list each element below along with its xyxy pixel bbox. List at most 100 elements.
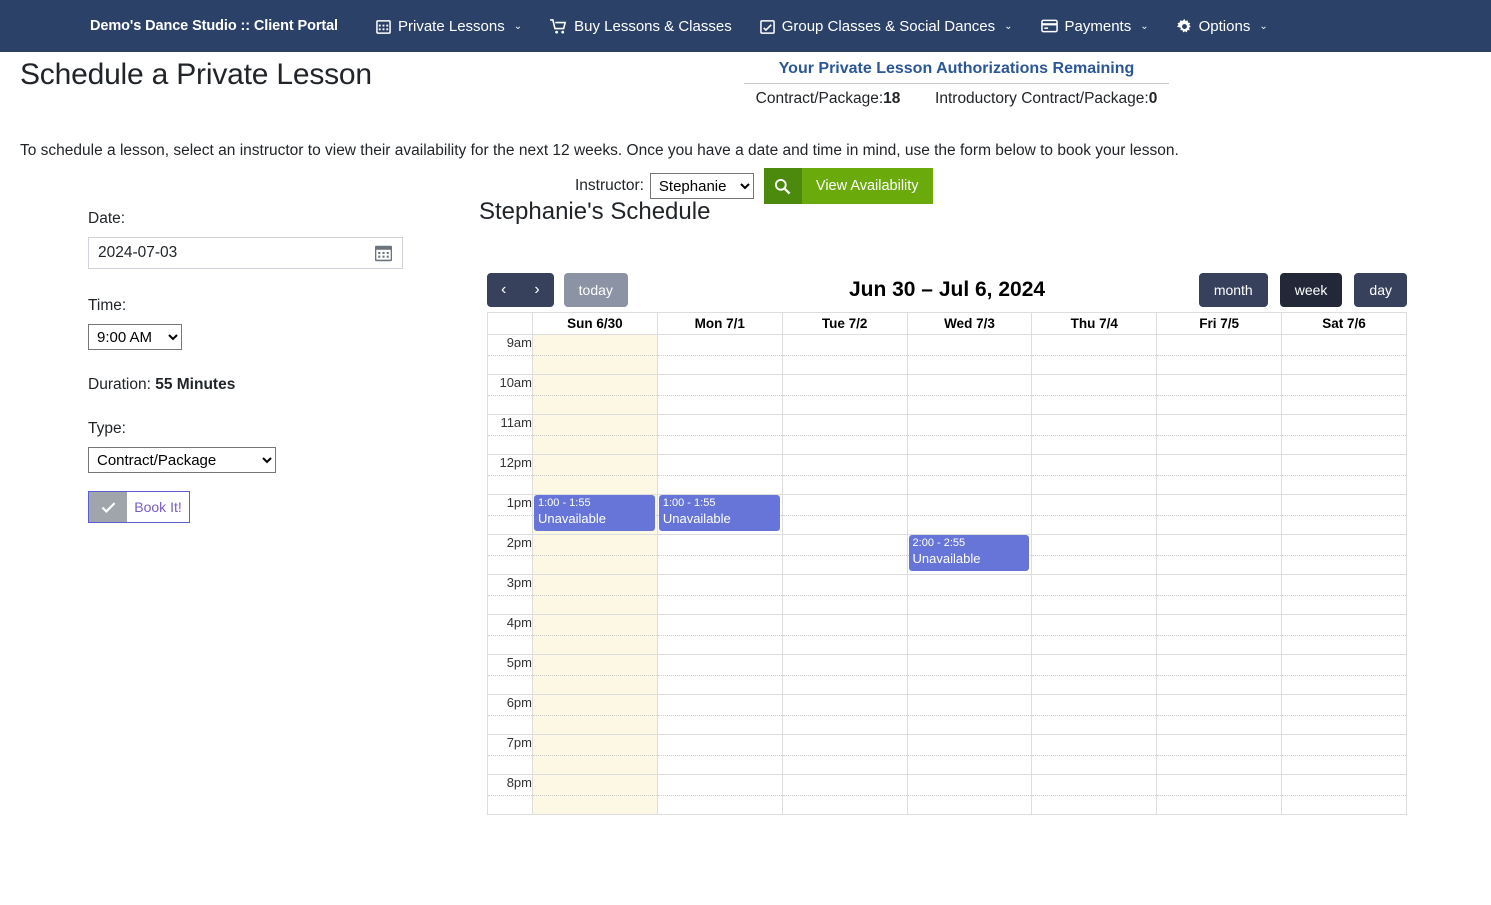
calendar-slot[interactable] (532, 454, 658, 495)
calendar-slot[interactable] (1281, 534, 1407, 575)
instructor-select[interactable]: Stephanie (649, 173, 754, 199)
calendar-slot[interactable] (906, 574, 1033, 615)
calendar-slot[interactable] (906, 414, 1033, 455)
date-field-wrapper[interactable] (88, 237, 403, 269)
calendar-slot[interactable] (906, 654, 1033, 695)
calendar-slot[interactable] (1281, 334, 1407, 375)
prev-week-button[interactable]: ‹ (487, 273, 521, 307)
calendar-icon[interactable] (374, 245, 393, 267)
calendar-slot[interactable] (781, 454, 908, 495)
calendar-slot[interactable] (1031, 494, 1158, 535)
calendar-slot[interactable] (1031, 454, 1158, 495)
today-button[interactable]: today (563, 273, 628, 307)
calendar-slot[interactable] (1156, 334, 1283, 375)
book-it-button[interactable]: Book It! (88, 491, 190, 523)
calendar-slot[interactable] (1156, 574, 1283, 615)
calendar-slot[interactable] (1031, 374, 1158, 415)
calendar-slot[interactable] (532, 774, 658, 815)
calendar-slot[interactable] (532, 694, 658, 735)
calendar-slot[interactable] (1031, 734, 1158, 775)
calendar-slot[interactable] (781, 494, 908, 535)
calendar-slot[interactable] (1281, 414, 1407, 455)
calendar-slot[interactable] (656, 734, 783, 775)
calendar-slot[interactable] (1031, 694, 1158, 735)
calendar-slot[interactable] (1281, 494, 1407, 535)
calendar-slot[interactable] (1281, 574, 1407, 615)
view-week-button[interactable]: week (1279, 273, 1343, 307)
calendar-slot[interactable] (781, 774, 908, 815)
calendar-slot[interactable] (1031, 534, 1158, 575)
calendar-slot[interactable] (1031, 614, 1158, 655)
calendar-slot[interactable] (532, 334, 658, 375)
calendar-slot[interactable] (656, 414, 783, 455)
view-day-button[interactable]: day (1354, 273, 1407, 307)
view-month-button[interactable]: month (1198, 273, 1268, 307)
calendar-slot[interactable] (1156, 494, 1283, 535)
calendar-slot[interactable]: 2:00 - 2:55 Unavailable (906, 534, 1033, 575)
calendar-slot[interactable] (781, 614, 908, 655)
calendar-slot[interactable] (1281, 614, 1407, 655)
calendar-slot[interactable] (1031, 334, 1158, 375)
type-select[interactable]: Contract/Package (88, 447, 276, 473)
calendar-slot[interactable] (1156, 694, 1283, 735)
calendar-slot[interactable]: 1:00 - 1:55 Unavailable (656, 494, 783, 535)
view-availability-button[interactable]: View Availability (763, 168, 933, 204)
calendar-slot[interactable] (781, 654, 908, 695)
calendar-slot[interactable] (532, 414, 658, 455)
nav-item-options[interactable]: Options ⌄ (1163, 10, 1282, 43)
calendar-event[interactable]: 2:00 - 2:55 Unavailable (908, 535, 1030, 571)
calendar-event[interactable]: 1:00 - 1:55 Unavailable (658, 495, 780, 531)
calendar-slot[interactable] (1156, 454, 1283, 495)
calendar-slot[interactable] (532, 574, 658, 615)
calendar-slot[interactable] (906, 694, 1033, 735)
calendar-slot[interactable] (1031, 774, 1158, 815)
calendar-slot[interactable] (1156, 534, 1283, 575)
calendar-slot[interactable] (781, 334, 908, 375)
calendar-slot[interactable] (1031, 654, 1158, 695)
calendar-slot[interactable] (1281, 694, 1407, 735)
calendar-slot[interactable] (781, 694, 908, 735)
nav-item-private-lessons[interactable]: Private Lessons ⌄ (362, 10, 536, 43)
calendar-slot[interactable] (1281, 654, 1407, 695)
calendar-slot[interactable] (656, 534, 783, 575)
calendar-slot[interactable] (1281, 734, 1407, 775)
calendar-slot[interactable] (532, 614, 658, 655)
calendar-slot[interactable] (906, 614, 1033, 655)
calendar-slot[interactable] (906, 334, 1033, 375)
calendar-slot[interactable] (781, 374, 908, 415)
calendar-slot[interactable] (906, 374, 1033, 415)
calendar-slot[interactable] (906, 454, 1033, 495)
time-select[interactable]: 9:00 AM (88, 324, 182, 350)
calendar-slot[interactable] (532, 734, 658, 775)
calendar-slot[interactable] (532, 534, 658, 575)
nav-item-group-classes[interactable]: Group Classes & Social Dances ⌄ (746, 10, 1027, 43)
calendar-slot[interactable] (1281, 774, 1407, 815)
calendar-slot[interactable] (1156, 374, 1283, 415)
calendar-slot[interactable] (656, 694, 783, 735)
calendar-slot[interactable] (781, 734, 908, 775)
calendar-slot[interactable] (656, 454, 783, 495)
calendar-slot[interactable] (532, 654, 658, 695)
nav-item-buy-lessons[interactable]: Buy Lessons & Classes (536, 10, 746, 43)
calendar-slot[interactable] (781, 414, 908, 455)
date-input[interactable] (89, 243, 349, 263)
calendar-slot[interactable] (1156, 614, 1283, 655)
calendar-event[interactable]: 1:00 - 1:55 Unavailable (534, 495, 655, 531)
nav-item-payments[interactable]: Payments ⌄ (1027, 10, 1163, 43)
next-week-button[interactable]: › (520, 273, 554, 307)
calendar-slot[interactable] (656, 774, 783, 815)
calendar-slot[interactable] (1031, 414, 1158, 455)
calendar-slot[interactable] (906, 734, 1033, 775)
calendar-slot[interactable] (1156, 734, 1283, 775)
calendar-slot[interactable] (906, 774, 1033, 815)
calendar-slot[interactable] (1281, 454, 1407, 495)
calendar-slot[interactable] (1281, 374, 1407, 415)
calendar-slot[interactable] (781, 534, 908, 575)
calendar-slot[interactable] (532, 374, 658, 415)
calendar-slot[interactable] (656, 614, 783, 655)
calendar-slot[interactable]: 1:00 - 1:55 Unavailable (532, 494, 658, 535)
calendar-slot[interactable] (656, 654, 783, 695)
calendar-slot[interactable] (1031, 574, 1158, 615)
calendar-slot[interactable] (1156, 774, 1283, 815)
calendar-slot[interactable] (1156, 414, 1283, 455)
